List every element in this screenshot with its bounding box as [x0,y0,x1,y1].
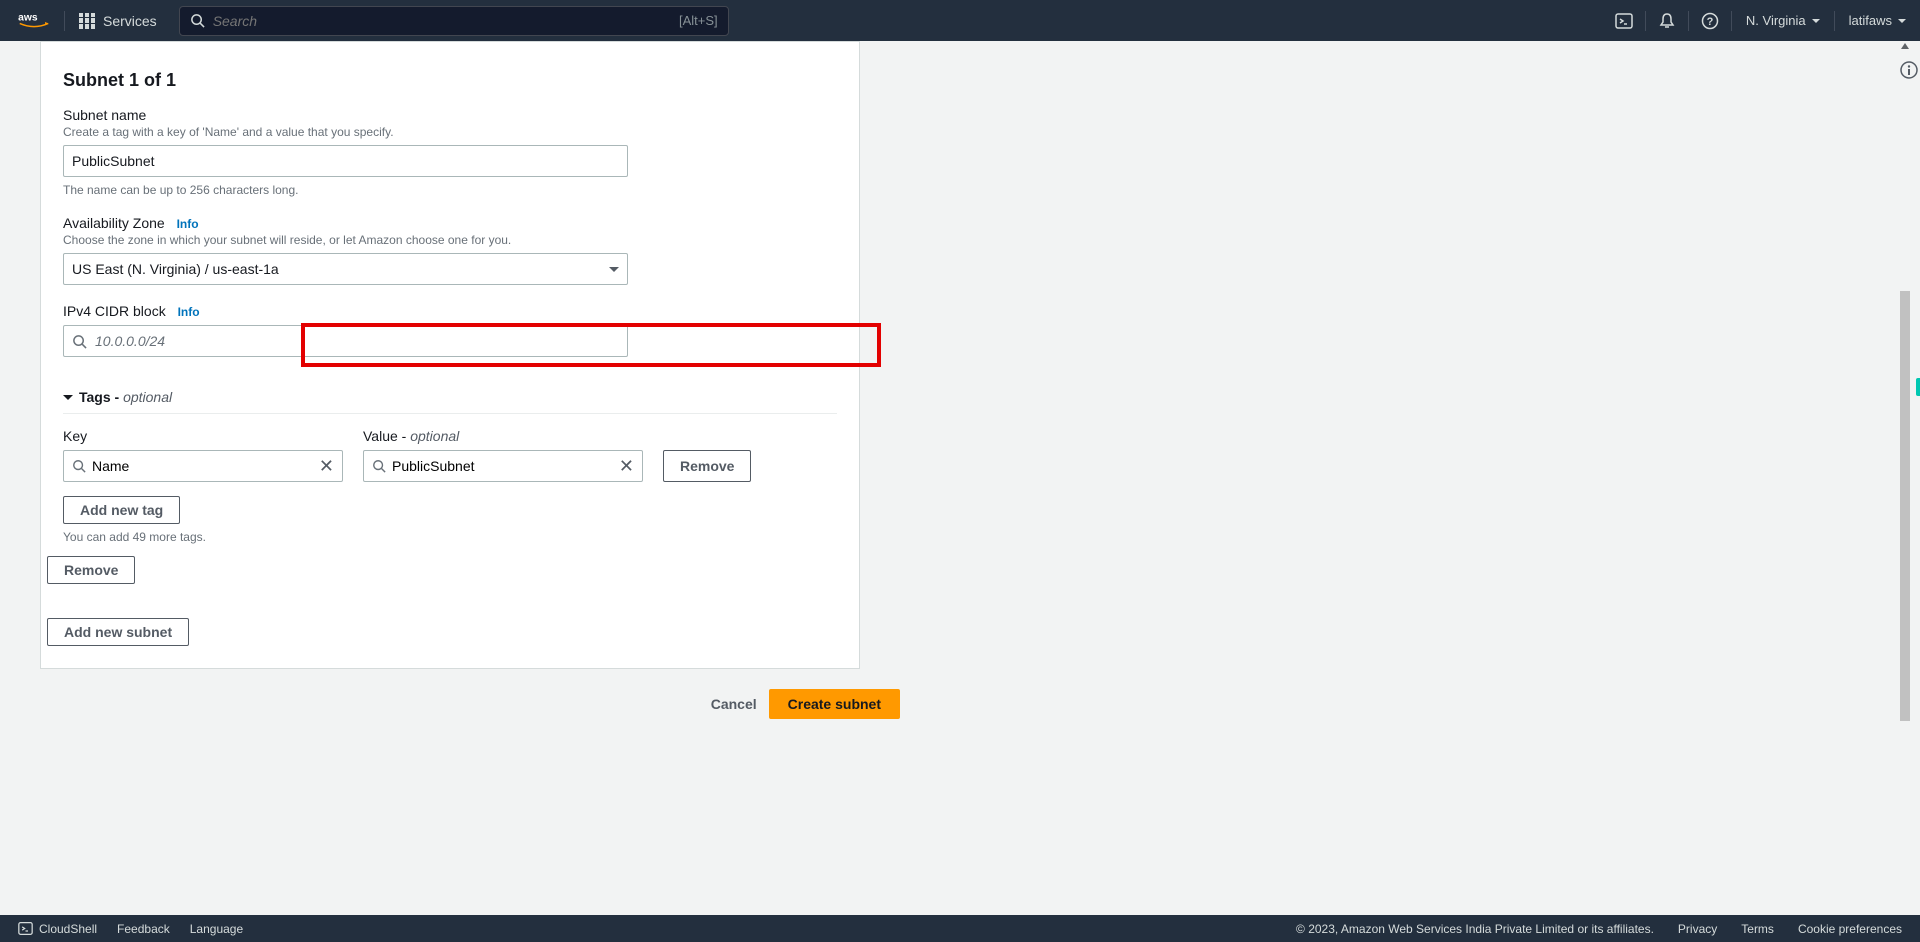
search-icon [190,13,205,28]
account-menu[interactable]: latifaws [1835,0,1920,41]
notifications-icon-button[interactable] [1646,0,1688,41]
svg-text:?: ? [1707,16,1714,28]
tags-limit-hint: You can add 49 more tags. [63,530,837,544]
aws-logo[interactable]: aws [0,10,64,32]
availability-zone-desc: Choose the zone in which your subnet wil… [63,233,837,247]
cancel-button[interactable]: Cancel [711,696,757,712]
tag-key-input[interactable] [92,458,313,474]
subnet-name-field: Subnet name Create a tag with a key of '… [63,107,837,197]
region-label: N. Virginia [1746,13,1806,28]
search-shortcut-hint: [Alt+S] [679,13,718,28]
availability-zone-field: Availability Zone Info Choose the zone i… [63,215,837,285]
chevron-down-icon [609,267,619,272]
tag-value-input[interactable] [392,458,613,474]
ipv4-cidr-input-wrap[interactable] [63,325,628,357]
feedback-tab[interactable] [1916,378,1920,396]
subnet-heading: Subnet 1 of 1 [41,48,859,107]
svg-text:aws: aws [18,12,38,23]
scroll-thumb[interactable] [1900,291,1910,721]
clear-icon[interactable]: ✕ [619,457,634,475]
cloudshell-icon-button[interactable] [1603,0,1645,41]
scrollbar[interactable] [1898,41,1912,915]
services-button[interactable]: Services [65,13,171,29]
privacy-link[interactable]: Privacy [1678,922,1717,936]
terms-link[interactable]: Terms [1741,922,1774,936]
services-label: Services [103,13,157,29]
top-header: aws Services [Alt+S] ? N. Virginia [0,0,1920,41]
cookie-preferences-link[interactable]: Cookie preferences [1798,922,1902,936]
tag-row: Key ✕ Value - optional [63,428,837,482]
info-panel-toggle[interactable] [1900,61,1918,84]
help-icon-button[interactable]: ? [1689,0,1731,41]
search-input[interactable] [213,13,671,29]
subnet-name-desc: Create a tag with a key of 'Name' and a … [63,125,837,139]
az-info-link[interactable]: Info [177,217,199,231]
subnet-settings-panel: Subnet 1 of 1 Subnet name Create a tag w… [40,41,860,669]
add-tag-button[interactable]: Add new tag [63,496,180,524]
search-icon [372,459,386,473]
remove-subnet-button[interactable]: Remove [47,556,135,584]
subnet-name-hint: The name can be up to 256 characters lon… [63,183,837,197]
tag-key-input-wrap[interactable]: ✕ [63,450,343,482]
ipv4-cidr-label: IPv4 CIDR block Info [63,303,837,319]
availability-zone-select[interactable]: US East (N. Virginia) / us-east-1a [63,253,628,285]
global-search: [Alt+S] [179,6,729,36]
ipv4-cidr-input[interactable] [95,333,619,349]
add-subnet-button[interactable]: Add new subnet [47,618,189,646]
search-icon [72,459,86,473]
tag-value-input-wrap[interactable]: ✕ [363,450,643,482]
subnet-name-label: Subnet name [63,107,837,123]
header-right: ? N. Virginia latifaws [1603,0,1920,41]
ipv4-cidr-field: IPv4 CIDR block Info [63,303,837,357]
remove-tag-button[interactable]: Remove [663,450,751,482]
tag-value-label: Value - optional [363,428,643,444]
grid-icon [79,13,95,29]
language-link[interactable]: Language [190,922,243,936]
availability-zone-value: US East (N. Virginia) / us-east-1a [72,261,279,277]
account-label: latifaws [1849,13,1892,28]
copyright-text: © 2023, Amazon Web Services India Privat… [1296,922,1654,936]
tags-expander[interactable]: Tags - optional [63,375,837,414]
tag-key-label: Key [63,428,343,444]
chevron-down-icon [1898,19,1906,23]
cloudshell-button[interactable]: CloudShell [18,921,97,936]
search-icon [72,334,87,349]
clear-icon[interactable]: ✕ [319,457,334,475]
chevron-down-icon [63,395,73,400]
feedback-link[interactable]: Feedback [117,922,170,936]
scroll-up-icon[interactable] [1901,43,1909,49]
create-subnet-button[interactable]: Create subnet [769,689,900,719]
region-selector[interactable]: N. Virginia [1732,0,1834,41]
chevron-down-icon [1812,19,1820,23]
cidr-info-link[interactable]: Info [178,305,200,319]
form-actions: Cancel Create subnet [40,669,900,719]
availability-zone-label: Availability Zone Info [63,215,837,231]
subnet-name-input[interactable] [63,145,628,177]
footer: CloudShell Feedback Language © 2023, Ama… [0,915,1920,942]
search-box[interactable]: [Alt+S] [179,6,729,36]
